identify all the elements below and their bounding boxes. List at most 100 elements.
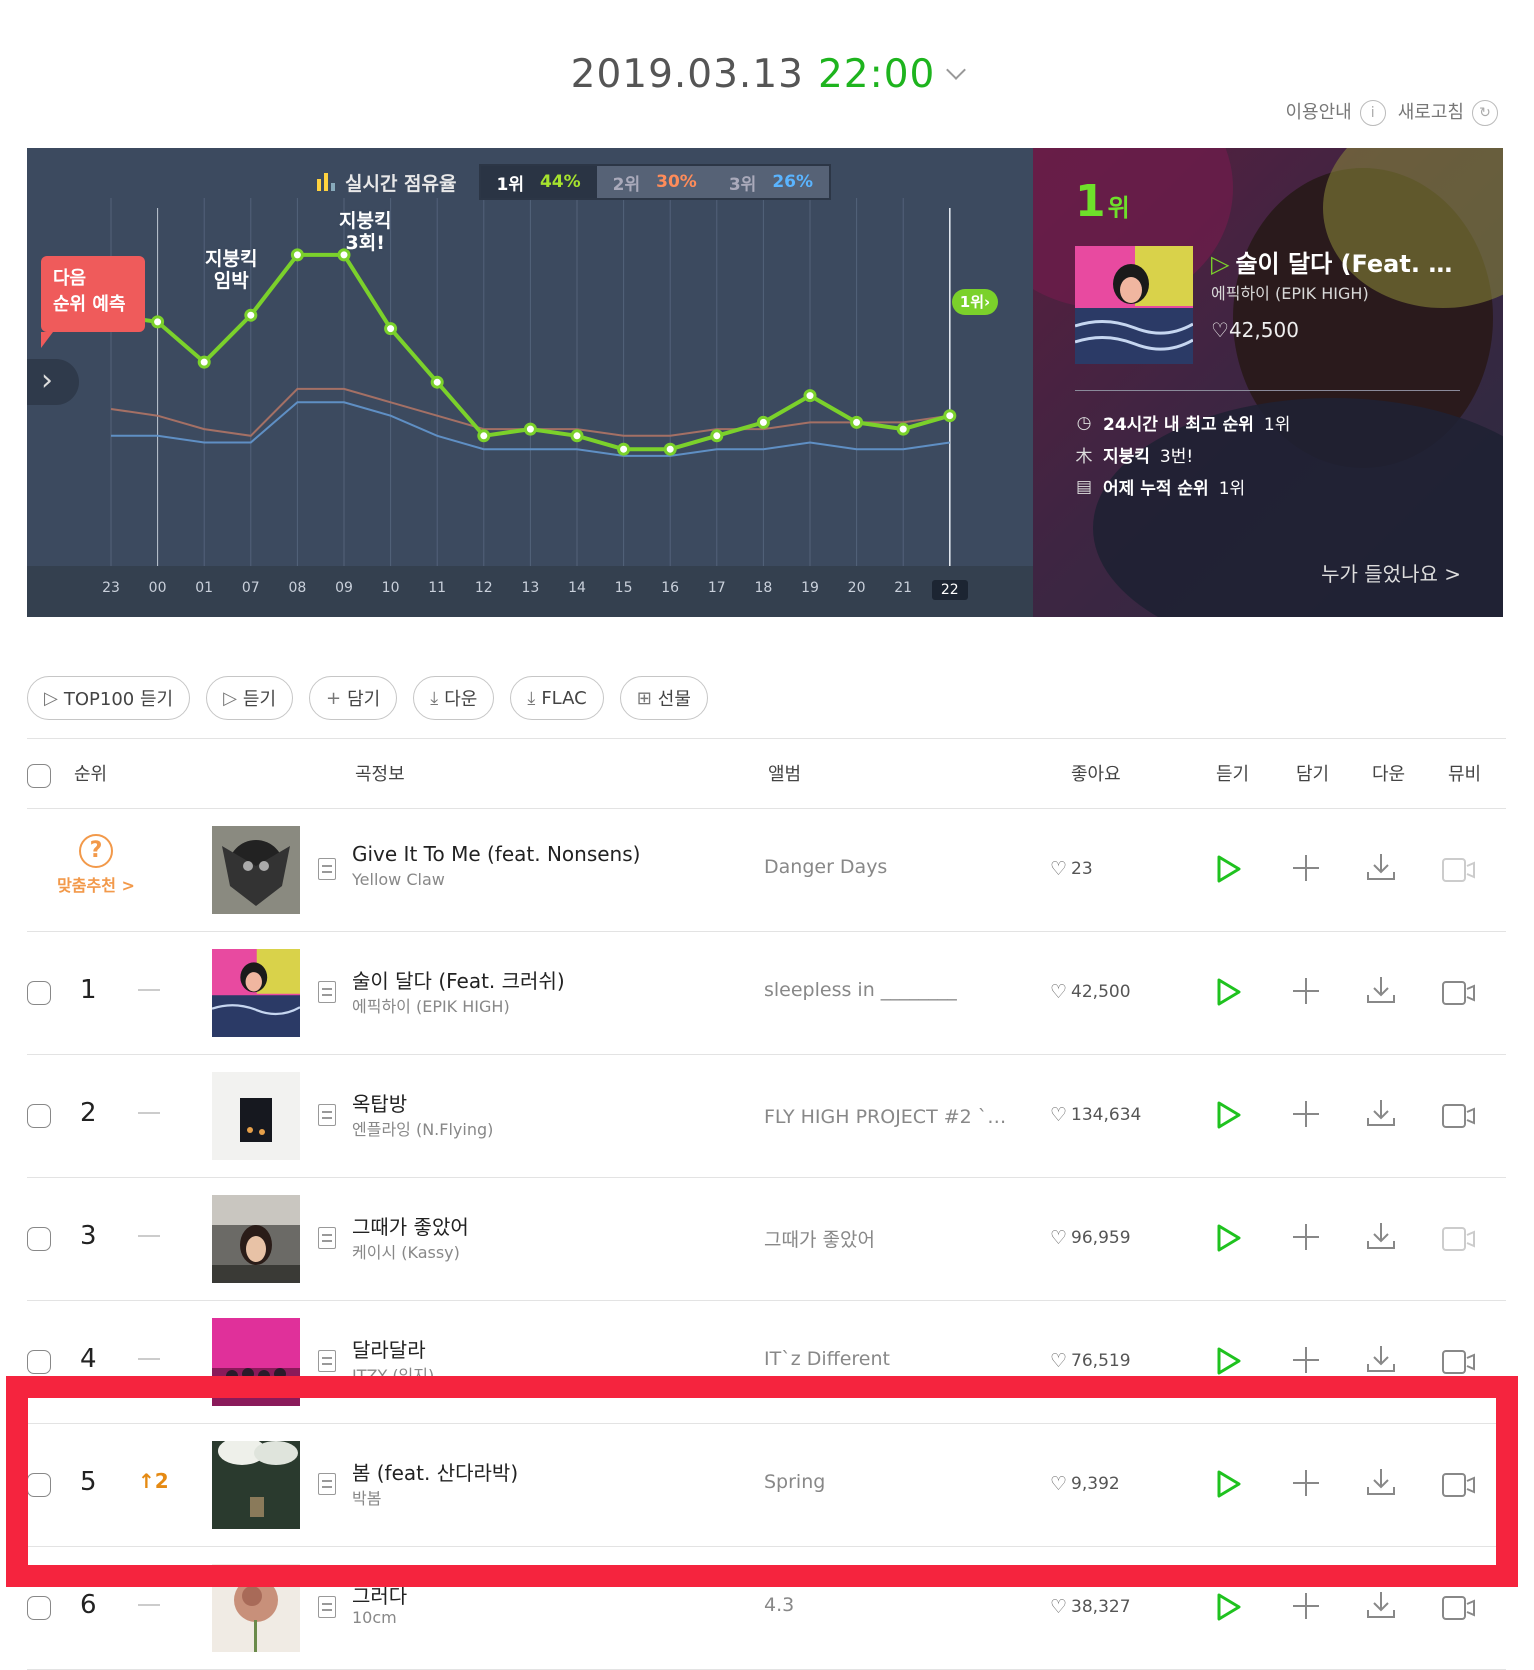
video-icon[interactable] <box>1442 1596 1476 1624</box>
chart-datetime[interactable]: 2019.03.13 22:00 <box>0 52 1534 97</box>
gift-button[interactable]: ⊞ 선물 <box>619 676 708 720</box>
hour-tick-label[interactable]: 22 <box>931 580 968 600</box>
plus-icon[interactable] <box>1292 1592 1320 1624</box>
series-point[interactable] <box>803 389 817 403</box>
share-tab-2[interactable]: 2위 30% <box>596 166 713 198</box>
hour-tick-label[interactable]: 09 <box>326 580 362 596</box>
next-rank-predict-button[interactable]: 다음 순위 예측 <box>41 256 145 348</box>
album-cover[interactable] <box>212 826 300 914</box>
series-point[interactable] <box>244 308 258 322</box>
row-checkbox[interactable] <box>27 1473 51 1497</box>
song-title[interactable]: 술이 달다 (Feat. 크러쉬) <box>352 965 565 994</box>
share-tab-1[interactable]: 1위 44% <box>480 166 597 198</box>
series-point[interactable] <box>710 429 724 443</box>
like-button[interactable]: ♡ 23 <box>1050 858 1093 880</box>
album-name[interactable]: sleepless in ________ <box>764 979 1014 1001</box>
album-name[interactable]: FLY HIGH PROJECT #2 `옥… <box>764 1102 1014 1129</box>
like-button[interactable]: ♡ 96,959 <box>1050 1227 1131 1249</box>
album-cover[interactable] <box>212 1441 300 1529</box>
artist-name[interactable]: 엔플라잉 (N.Flying) <box>352 1116 493 1140</box>
song-info-icon[interactable] <box>318 981 336 1003</box>
download-icon[interactable] <box>1366 1590 1396 1624</box>
song-title[interactable]: 그때가 좋았어 <box>352 1211 469 1240</box>
play-icon[interactable] <box>1216 1223 1242 1257</box>
download-icon[interactable] <box>1366 1221 1396 1255</box>
series-point[interactable] <box>756 415 770 429</box>
hour-tick-label[interactable]: 23 <box>93 580 129 596</box>
like-button[interactable]: ♡ 76,519 <box>1050 1350 1131 1372</box>
plus-icon[interactable] <box>1292 854 1320 886</box>
series-point[interactable] <box>151 315 165 329</box>
artist-name[interactable]: 에픽하이 (EPIK HIGH) <box>352 993 510 1017</box>
series-point[interactable] <box>570 429 584 443</box>
hour-tick-label[interactable]: 08 <box>279 580 315 596</box>
hour-tick-label[interactable]: 18 <box>745 580 781 596</box>
hour-tick-label[interactable]: 01 <box>186 580 222 596</box>
series-point[interactable] <box>850 415 864 429</box>
album-name[interactable]: IT`z Different <box>764 1348 1014 1370</box>
play-icon[interactable] <box>1216 1469 1242 1503</box>
hour-tick-label[interactable]: 12 <box>466 580 502 596</box>
hour-tick-label[interactable]: 19 <box>792 580 828 596</box>
song-info-icon[interactable] <box>318 1227 336 1249</box>
artist-name[interactable]: ITZY (있지) <box>352 1362 434 1386</box>
row-checkbox[interactable] <box>27 1596 51 1620</box>
album-cover[interactable] <box>212 1318 300 1406</box>
download-icon[interactable] <box>1366 975 1396 1009</box>
album-cover[interactable] <box>212 1072 300 1160</box>
video-icon[interactable] <box>1442 1104 1476 1132</box>
row-checkbox[interactable] <box>27 1104 51 1128</box>
song-title[interactable]: 옥탑방 <box>352 1088 407 1117</box>
song-info-icon[interactable] <box>318 858 336 880</box>
download-icon[interactable] <box>1366 1467 1396 1501</box>
hour-tick-label[interactable]: 14 <box>559 580 595 596</box>
series-point[interactable] <box>290 248 304 262</box>
series-point[interactable] <box>896 422 910 436</box>
refresh-link[interactable]: 새로고침 ↻ <box>1398 98 1498 126</box>
like-button[interactable]: ♡ 42,500 <box>1050 981 1131 1003</box>
song-title[interactable]: 달라달라 <box>352 1334 426 1363</box>
recommend-link[interactable]: ? 맞춤추천 > <box>56 834 136 896</box>
share-tab-3[interactable]: 3위 26% <box>712 166 830 198</box>
album-cover[interactable] <box>212 1195 300 1283</box>
play-top100-button[interactable]: ▷ TOP100 듣기 <box>27 676 191 720</box>
featured-album-cover[interactable] <box>1075 246 1193 364</box>
chevron-down-icon[interactable] <box>946 60 967 80</box>
hour-tick-label[interactable]: 13 <box>512 580 548 596</box>
series-point[interactable] <box>523 422 537 436</box>
featured-artist[interactable]: 에픽하이 (EPIK HIGH) <box>1211 280 1369 304</box>
artist-name[interactable]: 10cm <box>352 1608 397 1627</box>
video-icon[interactable] <box>1442 858 1476 886</box>
hour-tick-label[interactable]: 07 <box>233 580 269 596</box>
download-icon[interactable] <box>1366 852 1396 886</box>
play-icon[interactable] <box>1216 1346 1242 1380</box>
video-icon[interactable] <box>1442 1350 1476 1378</box>
video-icon[interactable] <box>1442 981 1476 1009</box>
series-point[interactable] <box>477 429 491 443</box>
album-name[interactable]: Spring <box>764 1471 1014 1493</box>
song-title[interactable]: Give It To Me (feat. Nonsens) <box>352 842 640 866</box>
plus-icon[interactable] <box>1292 1469 1320 1501</box>
series-point[interactable] <box>943 409 957 423</box>
play-icon[interactable]: ▷ <box>1211 250 1229 278</box>
play-icon[interactable] <box>1216 854 1242 888</box>
album-name[interactable]: Danger Days <box>764 856 1014 878</box>
play-icon[interactable] <box>1216 1100 1242 1134</box>
download-icon[interactable] <box>1366 1098 1396 1132</box>
series-point[interactable] <box>430 375 444 389</box>
plus-icon[interactable] <box>1292 977 1320 1009</box>
hour-tick-label[interactable]: 00 <box>140 580 176 596</box>
featured-song-title[interactable]: ▷술이 달다 (Feat. 크러쉬) <box>1211 244 1471 279</box>
download-icon[interactable] <box>1366 1344 1396 1378</box>
like-button[interactable]: ♡ 134,634 <box>1050 1104 1141 1126</box>
flac-button[interactable]: ⤓ FLAC <box>510 676 604 720</box>
hour-tick-label[interactable]: 16 <box>652 580 688 596</box>
song-info-icon[interactable] <box>318 1596 336 1618</box>
plus-icon[interactable] <box>1292 1346 1320 1378</box>
song-title[interactable]: 봄 (feat. 산다라박) <box>352 1457 518 1486</box>
hour-tick-label[interactable]: 21 <box>885 580 921 596</box>
album-cover[interactable] <box>212 1564 300 1652</box>
series-point[interactable] <box>197 355 211 369</box>
video-icon[interactable] <box>1442 1473 1476 1501</box>
album-name[interactable]: 4.3 <box>764 1594 1014 1616</box>
